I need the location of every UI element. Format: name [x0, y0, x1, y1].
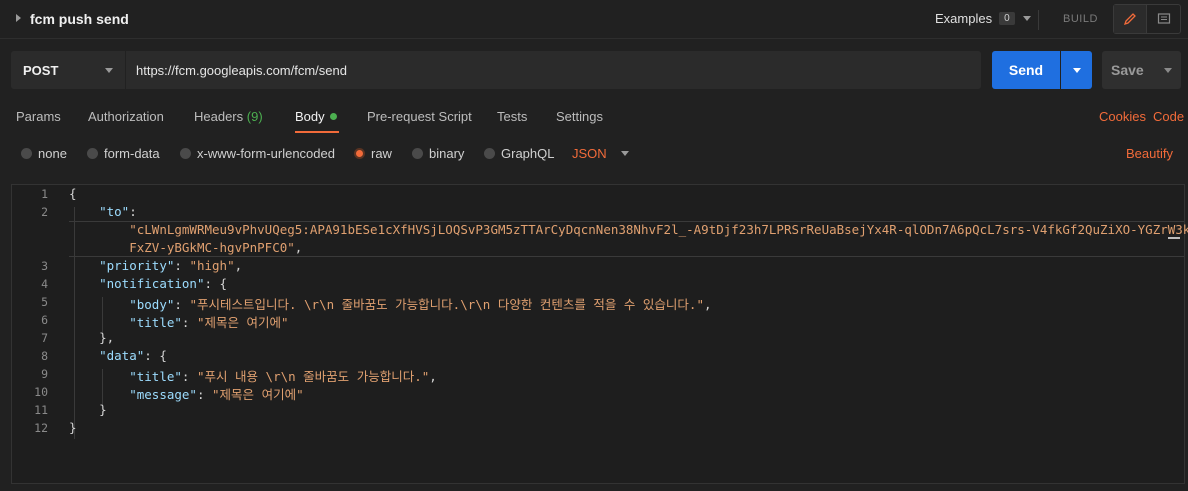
code-line: { [69, 186, 77, 201]
tab-authorization[interactable]: Authorization [88, 109, 164, 124]
radio-label: form-data [104, 146, 160, 161]
line-number: 12 [34, 421, 48, 435]
send-options-button[interactable] [1061, 51, 1092, 89]
code-link[interactable]: Code [1153, 109, 1184, 124]
chevron-down-icon [620, 151, 629, 156]
send-button[interactable]: Send [992, 51, 1060, 89]
editor-cursor [1168, 237, 1180, 239]
radio-label: x-www-form-urlencoded [197, 146, 335, 161]
status-dot-icon [329, 113, 337, 120]
code-line: "title": "푸시 내용 \r\n 줄바꿈도 가능합니다.", [129, 369, 437, 384]
request-title[interactable]: fcm push send [30, 11, 129, 27]
code-line: "notification": { [99, 276, 228, 291]
request-header: fcm push send Examples 0 BUILD [0, 0, 1188, 39]
url-input[interactable]: https://fcm.googleapis.com/fcm/send [126, 51, 981, 89]
line-number: 11 [34, 403, 48, 417]
line-number: 5 [41, 295, 48, 309]
line-number: 3 [41, 259, 48, 273]
divider [1038, 10, 1039, 30]
radio-circle [412, 148, 423, 159]
line-number: 1 [41, 187, 48, 201]
examples-label: Examples [935, 11, 993, 26]
code-line: } [69, 420, 77, 435]
chevron-down-icon [1164, 68, 1172, 73]
line-number: 8 [41, 349, 48, 363]
edit-view-button[interactable] [1114, 5, 1148, 33]
radio-label: raw [371, 146, 392, 161]
radio-circle [21, 148, 32, 159]
comment-icon [1157, 13, 1170, 24]
radio-graphql[interactable]: GraphQL [484, 146, 554, 161]
code-line: "message": "제목은 여기에" [129, 387, 304, 402]
active-tab-indicator [295, 131, 339, 133]
radio-label: none [38, 146, 67, 161]
chevron-down-icon [1072, 67, 1081, 73]
tab-tests[interactable]: Tests [497, 109, 527, 124]
radio-raw[interactable]: raw [354, 146, 392, 161]
chevron-down-icon [1022, 16, 1031, 21]
headers-count: (9) [246, 109, 263, 124]
radio-binary[interactable]: binary [412, 146, 464, 161]
radio-form-data[interactable]: form-data [87, 146, 160, 161]
build-label[interactable]: BUILD [1063, 13, 1098, 25]
tab-settings[interactable]: Settings [556, 109, 603, 124]
radio-circle-selected [354, 148, 365, 159]
documentation-view-button[interactable] [1147, 5, 1180, 33]
line-number: 2 [41, 205, 48, 219]
save-button[interactable]: Save [1102, 51, 1181, 89]
line-number: 10 [34, 385, 48, 399]
radio-circle [484, 148, 495, 159]
code-line: "body": "푸시테스트입니다. \r\n 줄바꿈도 가능합니다.\r\n … [129, 297, 712, 312]
code-line: "priority": "high", [99, 258, 243, 273]
code-line: } [99, 402, 107, 417]
cookies-link[interactable]: Cookies [1099, 109, 1146, 124]
examples-dropdown[interactable]: Examples 0 [935, 11, 1031, 26]
radio-label: binary [429, 146, 465, 161]
radio-label: GraphQL [501, 146, 555, 161]
method-select[interactable]: POST [11, 51, 125, 89]
code-line: "cLWnLgmWRMeu9vPhvUQeg5:APA91bESe1cXfHVS… [129, 222, 1188, 237]
tab-prerequest-script[interactable]: Pre-request Script [367, 109, 472, 124]
tab-params[interactable]: Params [16, 109, 61, 124]
code-line: "title": "제목은 여기에" [129, 315, 289, 330]
code-line: }, [99, 330, 115, 345]
code-line: FxZV-yBGkMC-hgvPnPFC0", [129, 240, 303, 255]
collapse-caret-icon[interactable] [16, 14, 21, 22]
radio-none[interactable]: none [21, 146, 67, 161]
method-value: POST [23, 62, 59, 78]
pencil-icon [1123, 13, 1136, 26]
save-label: Save [1111, 62, 1144, 78]
tab-body[interactable]: Body [295, 109, 337, 124]
tab-headers-label: Headers [194, 109, 244, 124]
radio-circle [87, 148, 98, 159]
line-number: 6 [41, 313, 48, 327]
beautify-link[interactable]: Beautify [1126, 146, 1173, 161]
tab-body-label: Body [295, 109, 325, 124]
format-value: JSON [572, 146, 607, 161]
line-number: 7 [41, 331, 48, 345]
format-select[interactable]: JSON [572, 146, 629, 161]
line-number: 4 [41, 277, 48, 291]
examples-count-badge: 0 [999, 12, 1015, 25]
radio-circle [180, 148, 191, 159]
line-number: 9 [41, 367, 48, 381]
code-line: "to": [99, 204, 137, 219]
tab-headers[interactable]: Headers (9) [194, 109, 263, 124]
chevron-down-icon [105, 68, 113, 73]
radio-urlencoded[interactable]: x-www-form-urlencoded [180, 146, 335, 161]
code-line: "data": { [99, 348, 167, 363]
view-toggle [1113, 4, 1181, 34]
code-editor[interactable]: 1 2 3 4 5 6 7 8 9 10 11 12 { "to": "cLWn… [11, 184, 1188, 484]
